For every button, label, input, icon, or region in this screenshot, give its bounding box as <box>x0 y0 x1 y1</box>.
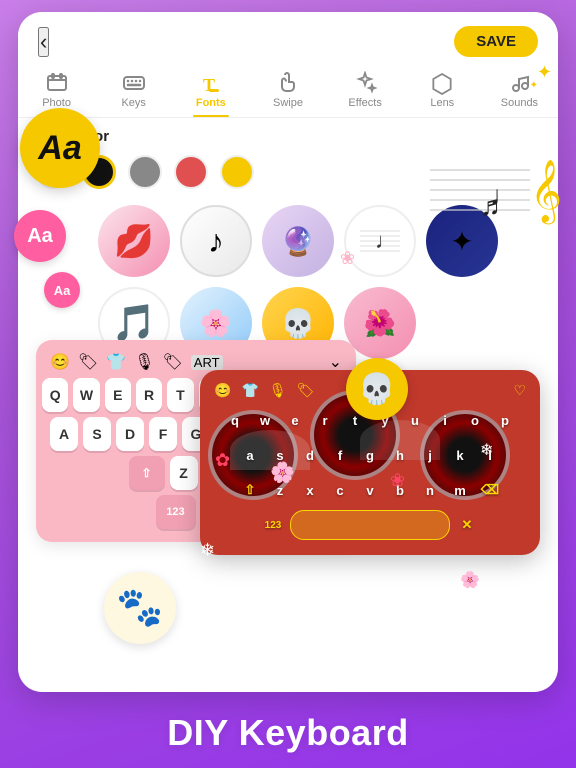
kb-key-q[interactable]: Q <box>42 378 68 412</box>
red-key-q[interactable]: q <box>222 405 248 435</box>
kb-key-e[interactable]: E <box>105 378 131 412</box>
red-tag-icon[interactable]: 🏷 <box>297 382 315 399</box>
red-key-i[interactable]: i <box>432 405 458 435</box>
kb-key-z[interactable]: Z <box>170 456 198 490</box>
red-key-p[interactable]: p <box>492 405 518 435</box>
red-key-r[interactable]: r <box>312 405 338 435</box>
red-key-j[interactable]: j <box>417 440 443 470</box>
paw-bubble: 🐾 <box>104 572 176 644</box>
tab-effects[interactable]: Effects <box>335 67 395 117</box>
red-emoji-icon[interactable]: 😊 <box>214 382 231 399</box>
theme-potion[interactable]: 🔮 <box>262 205 334 277</box>
red-heart-icon[interactable]: ♡ <box>513 382 526 399</box>
color-gray[interactable] <box>128 155 162 189</box>
color-red[interactable] <box>174 155 208 189</box>
red-key-z[interactable]: z <box>267 475 293 505</box>
float-aa-yellow: Aa <box>20 108 100 188</box>
tab-swipe-label: Swipe <box>273 97 303 109</box>
kb-key-a[interactable]: A <box>50 417 78 451</box>
tab-keys[interactable]: Keys <box>104 67 164 117</box>
kb-key-123[interactable]: 123 <box>156 495 196 529</box>
header: ‹ SAVE <box>18 12 558 63</box>
tab-fonts[interactable]: T Fonts <box>181 67 241 117</box>
tab-lens-label: Lens <box>430 97 454 109</box>
tab-effects-label: Effects <box>348 97 381 109</box>
red-key-b[interactable]: b <box>387 475 413 505</box>
red-key-e[interactable]: e <box>282 405 308 435</box>
kb-key-d[interactable]: D <box>116 417 144 451</box>
red-key-a[interactable]: a <box>237 440 263 470</box>
theme-sparkle[interactable]: ✦ <box>426 205 498 277</box>
kb-key-t[interactable]: T <box>167 378 193 412</box>
red-key-c[interactable]: c <box>327 475 353 505</box>
svg-text:♩: ♩ <box>375 228 397 253</box>
tab-sounds-label: Sounds <box>501 97 538 109</box>
red-key-o[interactable]: o <box>462 405 488 435</box>
kb-tag-icon[interactable]: 🏷 <box>162 352 182 372</box>
kb-key-w[interactable]: W <box>73 378 99 412</box>
red-key-f[interactable]: f <box>327 440 353 470</box>
red-key-shift[interactable]: ⇧ <box>237 475 263 505</box>
theme-music[interactable]: ♪ <box>180 205 252 277</box>
red-mic-icon[interactable]: 🎙 <box>269 382 287 399</box>
kb-mic-icon[interactable]: 🎙 <box>134 352 154 372</box>
text-color-section: Text Color <box>18 118 558 197</box>
bottom-text: DIY Keyboard <box>0 712 576 754</box>
back-button[interactable]: ‹ <box>38 27 49 57</box>
kb-key-s[interactable]: S <box>83 417 111 451</box>
red-key-g[interactable]: g <box>357 440 383 470</box>
theme-waves[interactable]: ♩ <box>344 205 416 277</box>
red-key-space[interactable] <box>290 510 450 540</box>
kb-key-f[interactable]: F <box>149 417 177 451</box>
red-key-h[interactable]: h <box>387 440 413 470</box>
red-key-bs[interactable]: ⌫ <box>477 475 503 505</box>
tab-bar: Photo Keys T Fonts <box>18 63 558 118</box>
red-key-s[interactable]: s <box>267 440 293 470</box>
tab-keys-label: Keys <box>121 97 145 109</box>
kb-expand-icon[interactable]: ⌄ <box>329 352 342 372</box>
red-shirt-icon[interactable]: 👕 <box>241 382 258 399</box>
color-yellow[interactable] <box>220 155 254 189</box>
theme-extra[interactable]: 🌺 <box>344 287 416 359</box>
red-key-w[interactable]: w <box>252 405 278 435</box>
kb-key-shift[interactable]: ⇧ <box>129 456 165 490</box>
kb-sticker-icon[interactable]: 🏷 <box>78 352 98 372</box>
red-kb-row-3: ⇧ z x c v b n m ⌫ <box>206 475 534 505</box>
theme-lips[interactable]: 💋 <box>98 205 170 277</box>
float-aa-small: Aa <box>44 272 80 308</box>
red-key-k[interactable]: k <box>447 440 473 470</box>
tab-sounds[interactable]: Sounds <box>489 67 549 117</box>
kb-emoji-icon[interactable]: 😊 <box>50 352 70 372</box>
kb-key-r[interactable]: R <box>136 378 162 412</box>
float-aa-pink: Aa <box>14 210 66 262</box>
red-key-del[interactable]: ✕ <box>454 510 480 540</box>
save-button[interactable]: SAVE <box>454 26 538 57</box>
red-key-x[interactable]: x <box>297 475 323 505</box>
kb-art-icon[interactable]: ART <box>191 355 223 370</box>
mascot-bubble: 💀 <box>346 358 408 420</box>
red-key-n[interactable]: n <box>417 475 443 505</box>
color-row <box>18 151 558 197</box>
red-key-l[interactable]: l <box>477 440 503 470</box>
red-kb-row-4: 123 ✕ <box>206 510 534 540</box>
app-card: ‹ SAVE Photo Keys <box>18 12 558 692</box>
tab-fonts-label: Fonts <box>196 97 226 109</box>
tab-swipe[interactable]: Swipe <box>258 67 318 117</box>
red-key-123[interactable]: 123 <box>260 510 286 540</box>
tab-lens[interactable]: Lens <box>412 67 472 117</box>
red-kb-row-2: a s d f g h j k l <box>206 440 534 470</box>
red-key-u[interactable]: u <box>402 405 428 435</box>
red-key-v[interactable]: v <box>357 475 383 505</box>
red-key-d[interactable]: d <box>297 440 323 470</box>
red-key-m[interactable]: m <box>447 475 473 505</box>
kb-shirt-icon[interactable]: 👕 <box>106 352 126 372</box>
